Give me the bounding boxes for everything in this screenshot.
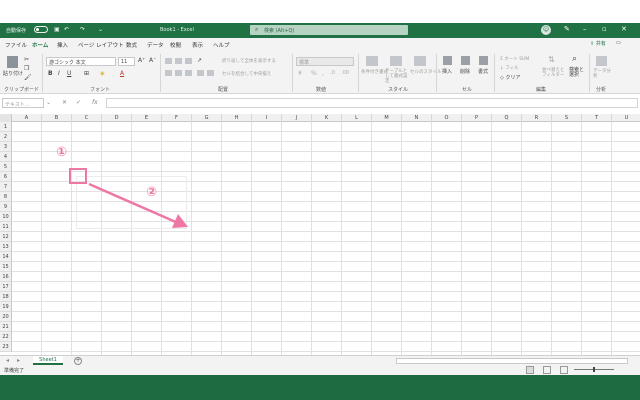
sheet-tab-sheet1[interactable]: Sheet1	[33, 356, 63, 365]
zoom-slider-thumb[interactable]	[593, 367, 595, 372]
horizontal-scrollbar[interactable]	[396, 358, 628, 364]
add-sheet-icon[interactable]: +	[74, 357, 82, 365]
normal-view-icon[interactable]	[526, 366, 534, 374]
status-text: 準備完了	[4, 368, 25, 374]
window-bottom-frame	[0, 375, 640, 400]
page-layout-view-icon[interactable]	[543, 366, 551, 374]
drag-arrow-line	[88, 182, 179, 225]
sheet-bar: ◂ ▸ Sheet1 +	[0, 355, 640, 365]
page-break-view-icon[interactable]	[560, 366, 568, 374]
prev-sheet-icon[interactable]: ◂	[6, 357, 9, 364]
status-bar: 準備完了	[0, 365, 640, 375]
drag-arrow	[88, 182, 188, 228]
next-sheet-icon[interactable]: ▸	[17, 357, 20, 364]
